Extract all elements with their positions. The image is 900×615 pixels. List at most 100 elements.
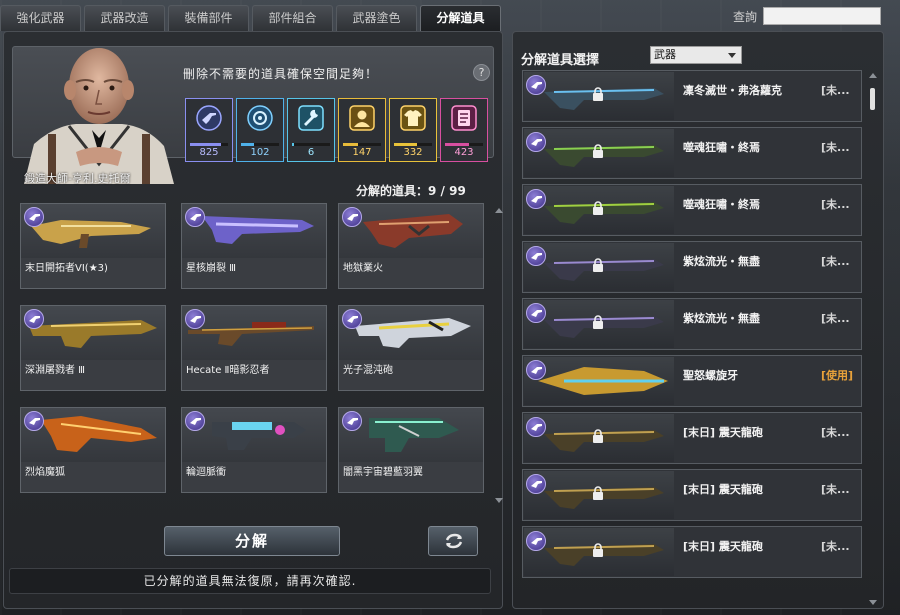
material-bar xyxy=(343,143,381,146)
item-name: 光子混沌砲 xyxy=(343,365,393,376)
item-name: 烈焰魔狐 xyxy=(25,467,65,478)
gun-icon xyxy=(531,139,542,146)
item-name: [末日] 震天龍砲 xyxy=(683,483,763,496)
warning-notice: 已分解的道具無法復原，請再次確認. xyxy=(9,568,491,594)
item-card[interactable]: 星核崩裂 Ⅲ xyxy=(181,203,327,289)
help-button[interactable]: ? xyxy=(473,64,490,81)
decompose-panel: 刪除不需要的道具確保空間足夠！ ? 825 102 6 147 332 423 … xyxy=(3,31,503,609)
list-item[interactable]: [末日] 震天龍砲 [未... xyxy=(522,526,862,578)
tab-enhance-weapon[interactable]: 強化武器 xyxy=(0,5,81,31)
weapon-type-badge xyxy=(526,531,546,551)
material-value: 6 xyxy=(307,147,315,158)
weapon-type-badge xyxy=(185,411,205,431)
item-status: [未... xyxy=(821,141,850,154)
search-input[interactable] xyxy=(763,7,882,25)
item-name: Hecate Ⅱ暗影忍者 xyxy=(186,365,270,376)
grid-scrollbar[interactable] xyxy=(495,208,503,538)
gun-icon xyxy=(531,424,542,431)
gun-icon xyxy=(190,316,201,323)
list-item[interactable]: 紫炫流光・無盡 [未... xyxy=(522,298,862,350)
item-card[interactable]: Hecate Ⅱ暗影忍者 xyxy=(181,305,327,391)
scroll-thumb[interactable] xyxy=(870,88,875,110)
shirt-icon xyxy=(400,105,426,131)
weapon-type-badge xyxy=(185,309,205,329)
category-select-value: 武器 xyxy=(654,48,676,61)
material-character: 147 xyxy=(338,98,386,162)
item-status: [使用] xyxy=(821,369,854,382)
item-card[interactable]: 闇黑宇宙碧藍羽翼 xyxy=(338,407,484,493)
list-item[interactable]: 噬魂狂嘯・終焉 [未... xyxy=(522,184,862,236)
item-name: [末日] 震天龍砲 xyxy=(683,426,763,439)
npc-portrait xyxy=(24,48,174,184)
material-value: 825 xyxy=(199,147,219,158)
list-item[interactable]: 噬魂狂嘯・終焉 [未... xyxy=(522,127,862,179)
item-name: 紫炫流光・無盡 xyxy=(683,312,760,325)
item-card[interactable]: 烈焰魔狐 xyxy=(20,407,166,493)
count-value: 9 / 99 xyxy=(428,184,466,198)
lock-icon xyxy=(593,87,603,101)
gun-icon xyxy=(190,418,201,425)
tab-decompose-items[interactable]: 分解道具 xyxy=(420,5,501,31)
category-select[interactable]: 武器 xyxy=(650,46,742,64)
scroll-up-arrow-icon[interactable] xyxy=(869,73,877,78)
gun-icon xyxy=(29,418,40,425)
tab-parts-combine[interactable]: 部件組合 xyxy=(252,5,333,31)
tab-modify-weapon[interactable]: 武器改造 xyxy=(84,5,165,31)
material-value: 147 xyxy=(352,147,372,158)
item-status: [未... xyxy=(821,255,850,268)
item-status: [未... xyxy=(821,198,850,211)
weapon-type-badge xyxy=(185,207,205,227)
item-name: 深淵屠戮者 Ⅲ xyxy=(25,365,86,376)
item-name: 星核崩裂 Ⅲ xyxy=(186,263,237,274)
gun-icon xyxy=(531,367,542,374)
item-card[interactable]: 輪迴脈衝 xyxy=(181,407,327,493)
list-item[interactable]: [末日] 震天龍砲 [未... xyxy=(522,412,862,464)
tab-bar: 強化武器 武器改造 裝備部件 部件組合 武器塗色 分解道具 xyxy=(0,5,504,31)
item-card[interactable]: 光子混沌砲 xyxy=(338,305,484,391)
scroll-down-arrow-icon[interactable] xyxy=(869,600,877,605)
item-card[interactable]: 末日開拓者VI(★3) xyxy=(20,203,166,289)
lock-icon xyxy=(593,486,603,500)
chevron-down-icon xyxy=(728,53,736,58)
material-list: 825 102 6 147 332 423 xyxy=(185,98,491,162)
list-item[interactable]: 紫炫流光・無盡 [未... xyxy=(522,241,862,293)
gun-icon xyxy=(29,316,40,323)
tab-weapon-paint[interactable]: 武器塗色 xyxy=(336,5,417,31)
scroll-down-arrow-icon[interactable] xyxy=(495,498,503,503)
refresh-button[interactable] xyxy=(428,526,478,556)
list-scrollbar[interactable] xyxy=(869,70,877,610)
weapon-type-badge xyxy=(526,132,546,152)
weapon-type-badge xyxy=(342,309,362,329)
list-item[interactable]: [末日] 震天龍砲 [未... xyxy=(522,469,862,521)
item-status: [未... xyxy=(821,540,850,553)
weapon-type-badge xyxy=(526,417,546,437)
weapon-type-badge xyxy=(526,303,546,323)
item-card[interactable]: 深淵屠戮者 Ⅲ xyxy=(20,305,166,391)
material-bar xyxy=(445,143,483,146)
material-value: 332 xyxy=(403,147,423,158)
material-value: 102 xyxy=(250,147,270,158)
item-status: [未... xyxy=(821,426,850,439)
ticket-icon xyxy=(451,105,477,131)
weapon-type-badge xyxy=(342,411,362,431)
decompose-count: 分解的道具：9 / 99 xyxy=(356,182,466,199)
decompose-button[interactable]: 分解 xyxy=(164,526,340,556)
item-name: 輪迴脈衝 xyxy=(186,467,226,478)
item-name: 噬魂狂嘯・終焉 xyxy=(683,198,760,211)
lock-icon xyxy=(593,315,603,329)
npc-name: 鍛造大師-亨利.史托爾 xyxy=(24,172,131,185)
list-item[interactable]: 聖怒螺旋牙 [使用] xyxy=(522,355,862,407)
tab-equip-parts[interactable]: 裝備部件 xyxy=(168,5,249,31)
scroll-up-arrow-icon[interactable] xyxy=(495,208,503,213)
gun-icon xyxy=(531,538,542,545)
item-name: 凜冬滅世・弗洛蘿克 xyxy=(683,84,782,97)
weapon-type-badge xyxy=(526,75,546,95)
list-item[interactable]: 凜冬滅世・弗洛蘿克 [未... xyxy=(522,70,862,122)
material-shirt: 332 xyxy=(389,98,437,162)
item-card[interactable]: 地獄業火 xyxy=(338,203,484,289)
weapon-type-badge xyxy=(24,309,44,329)
lock-icon xyxy=(593,258,603,272)
gun-icon xyxy=(531,253,542,260)
gun-icon xyxy=(347,316,358,323)
item-select-panel: 分解道具選擇 武器 凜冬滅世・弗洛蘿克 [未... 噬魂狂嘯・終焉 [未... xyxy=(512,31,884,609)
